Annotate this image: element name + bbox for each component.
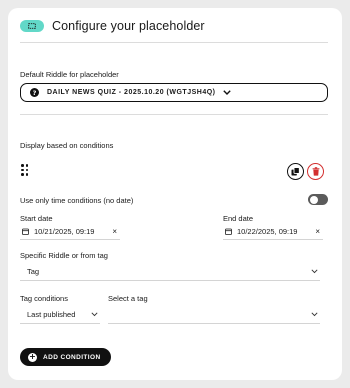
calendar-icon — [22, 228, 29, 235]
time-only-label: Use only time conditions (no date) — [20, 196, 134, 205]
select-tag-select[interactable] — [108, 306, 320, 324]
divider — [20, 42, 328, 43]
clear-end-date-icon[interactable]: × — [315, 227, 320, 236]
start-date-label: Start date — [20, 214, 53, 223]
specific-riddle-select[interactable]: Tag — [20, 263, 320, 281]
specific-riddle-value: Tag — [27, 267, 40, 276]
time-only-toggle[interactable] — [308, 194, 328, 205]
chevron-down-icon — [311, 312, 318, 317]
trash-icon — [312, 167, 319, 176]
specific-riddle-label: Specific Riddle or from tag — [20, 251, 108, 260]
page-title: Configure your placeholder — [52, 19, 205, 33]
delete-condition-button[interactable] — [307, 163, 324, 180]
end-date-label: End date — [223, 214, 254, 223]
end-date-value: 10/22/2025, 09:19 — [237, 226, 298, 236]
drag-handle-icon[interactable] — [21, 164, 28, 176]
add-condition-button[interactable]: + ADD CONDITION — [20, 348, 111, 366]
end-date-field[interactable]: 10/22/2025, 09:19 × — [223, 223, 323, 240]
copy-icon — [291, 167, 300, 176]
question-icon: ? — [30, 88, 39, 97]
clear-start-date-icon[interactable]: × — [112, 227, 117, 236]
copy-condition-button[interactable] — [287, 163, 304, 180]
start-date-field[interactable]: 10/21/2025, 09:19 × — [20, 223, 120, 240]
header: Configure your placeholder — [20, 18, 205, 34]
placeholder-icon — [20, 20, 44, 32]
chevron-down-icon — [222, 90, 231, 95]
toggle-knob — [309, 195, 318, 204]
placeholder-config-card: Configure your placeholder Default Riddl… — [8, 8, 342, 380]
tag-conditions-select[interactable]: Last published — [20, 306, 100, 324]
default-riddle-value: DAILY NEWS QUIZ - 2025.10.20 (WGTJSH4Q) — [47, 89, 216, 96]
divider — [20, 114, 328, 115]
chevron-down-icon — [311, 269, 318, 274]
default-riddle-label: Default Riddle for placeholder — [20, 70, 119, 79]
chevron-down-icon — [91, 312, 98, 317]
tag-conditions-label: Tag conditions — [20, 294, 68, 303]
conditions-label: Display based on conditions — [20, 141, 114, 150]
calendar-icon — [225, 228, 232, 235]
plus-icon: + — [28, 352, 37, 362]
tag-conditions-value: Last published — [27, 310, 76, 319]
start-date-value: 10/21/2025, 09:19 — [34, 226, 95, 236]
default-riddle-select[interactable]: ? DAILY NEWS QUIZ - 2025.10.20 (WGTJSH4Q… — [20, 83, 328, 102]
add-condition-label: ADD CONDITION — [43, 353, 101, 361]
select-tag-label: Select a tag — [108, 294, 148, 303]
